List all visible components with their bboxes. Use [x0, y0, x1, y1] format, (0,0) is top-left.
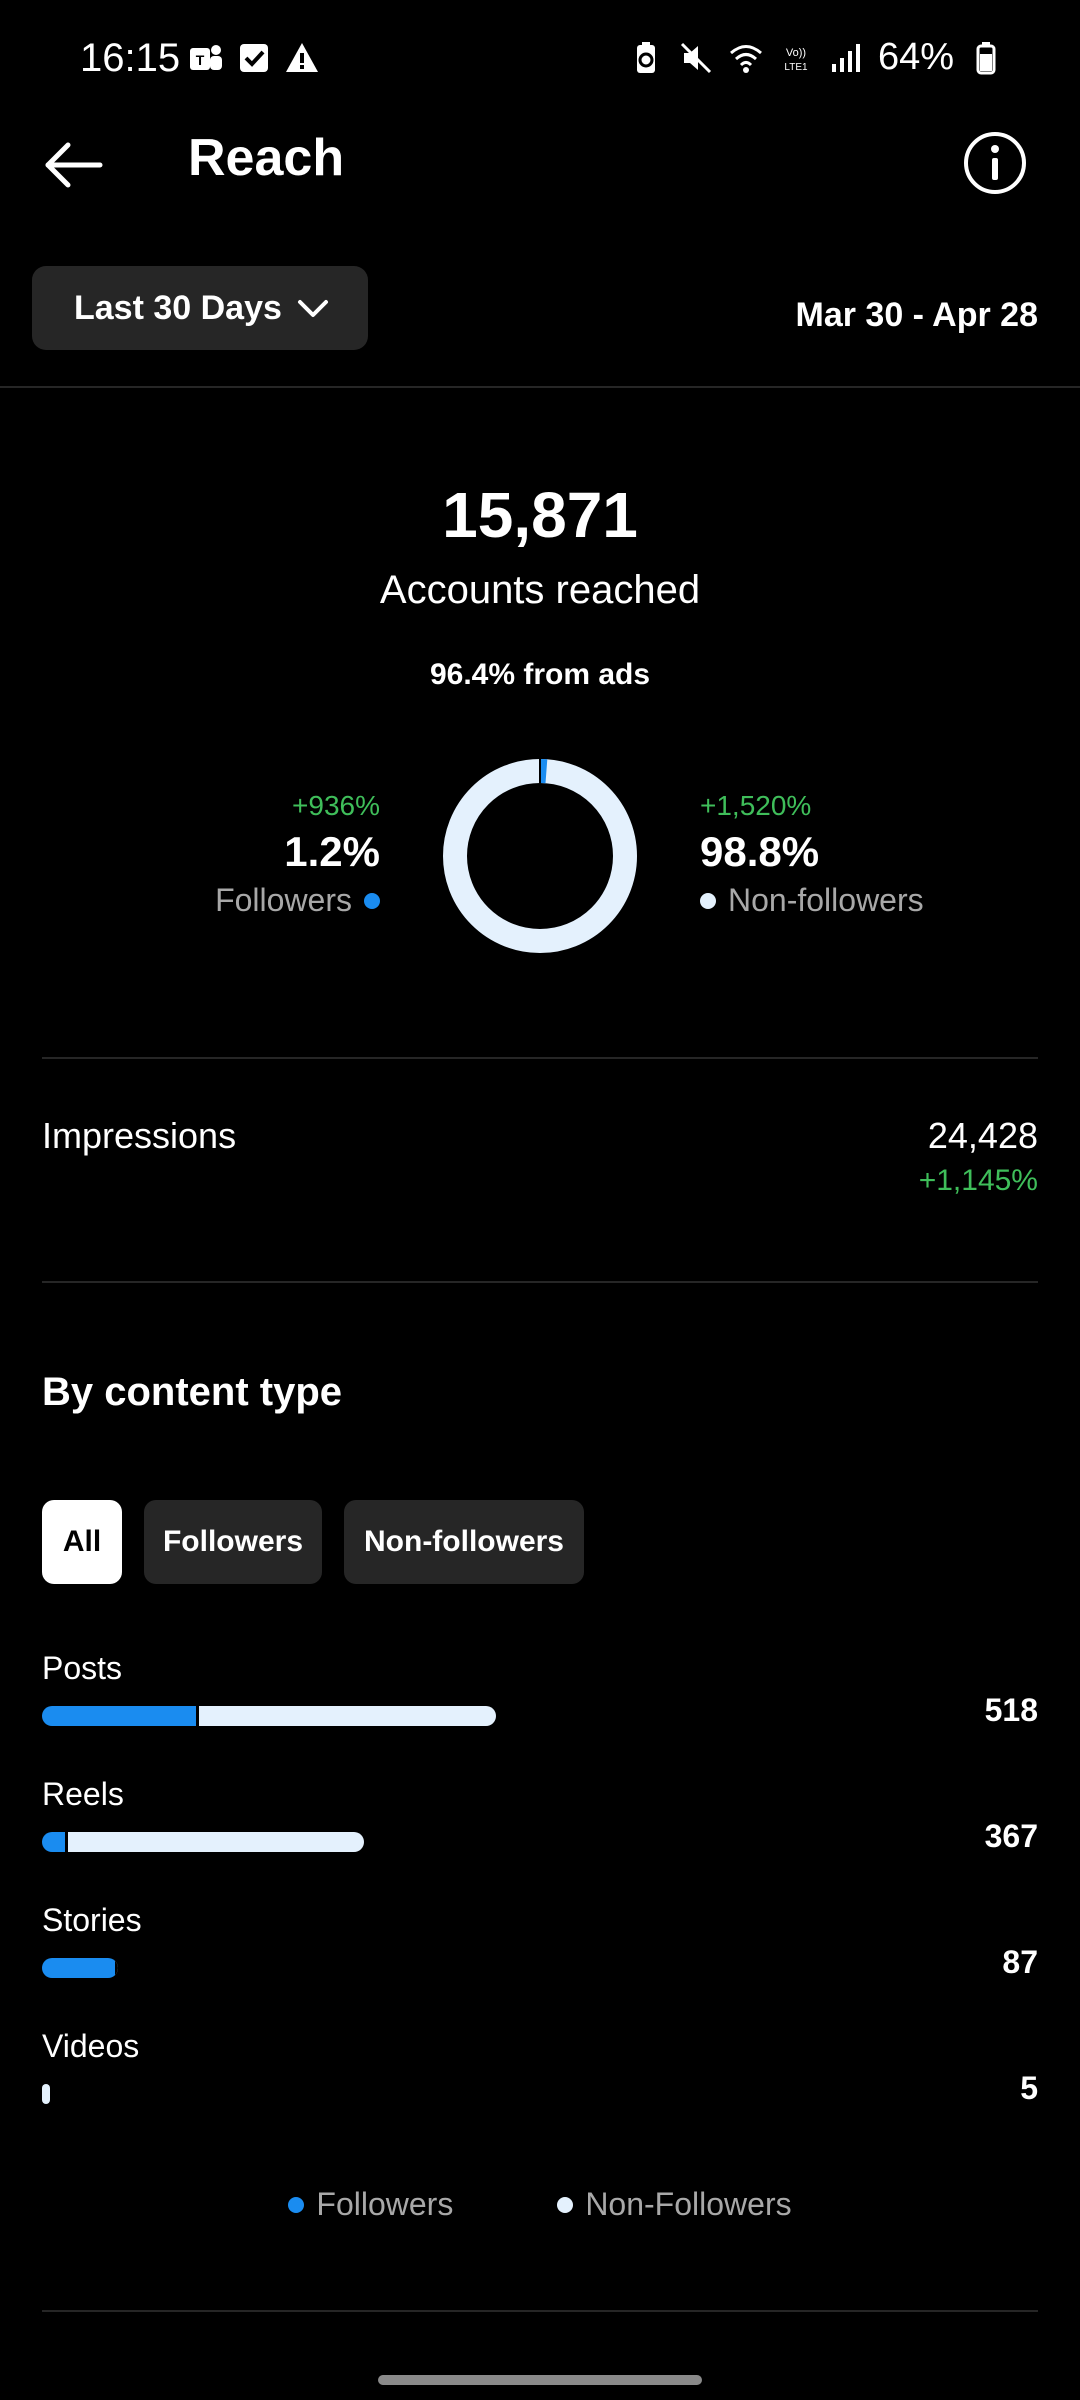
- legend-followers: Followers: [288, 2186, 453, 2223]
- page-title: Reach: [188, 129, 345, 187]
- home-indicator[interactable]: [378, 2375, 702, 2385]
- divider: [42, 1057, 1038, 1059]
- battery-saver-icon: [636, 41, 655, 73]
- back-arrow-icon[interactable]: [40, 130, 110, 200]
- filter-non-followers[interactable]: Non-followers: [344, 1500, 584, 1584]
- status-time: 16:15: [80, 36, 181, 80]
- status-system-icons: Vo)) LTE1 64%: [628, 36, 1004, 79]
- content-row-label: Reels: [42, 1776, 124, 1812]
- date-range-dropdown-label: Last 30 Days: [74, 288, 282, 327]
- legend-followers-dot-icon: [288, 2196, 305, 2213]
- bars-legend: Followers Non-Followers: [0, 2186, 1080, 2223]
- non-followers-percent: 98.8%: [700, 828, 820, 875]
- impressions-change: +1,145%: [918, 1164, 1038, 1197]
- status-notification-icons: T: [188, 40, 320, 76]
- bar-non-followers-segment: [42, 2084, 50, 2104]
- chevron-down-icon: [297, 300, 328, 317]
- volte-icon: Vo)) LTE1: [784, 47, 808, 73]
- info-icon[interactable]: [962, 130, 1028, 196]
- followers-dot-icon: [364, 892, 380, 909]
- divider: [0, 386, 1080, 388]
- content-row-value: 5: [1020, 2070, 1038, 2106]
- date-range-dropdown[interactable]: Last 30 Days: [32, 266, 368, 350]
- accounts-reached-count: 15,871: [442, 479, 638, 551]
- mute-icon: [680, 42, 711, 73]
- divider: [42, 2310, 1038, 2312]
- svg-text:Vo)): Vo)): [786, 47, 806, 59]
- content-row-bar: [42, 1958, 118, 1978]
- content-row-label: Posts: [42, 1650, 123, 1686]
- bar-non-followers-segment: [65, 1832, 364, 1852]
- divider: [42, 1281, 1038, 1283]
- non-followers-dot-icon: [700, 892, 716, 909]
- non-followers-legend: Non-followers: [700, 882, 924, 919]
- wifi-icon: [729, 44, 762, 73]
- donut-non-followers-arc: [443, 759, 637, 953]
- filter-followers[interactable]: Followers: [144, 1500, 322, 1584]
- followers-label: Followers: [215, 882, 352, 918]
- accounts-reached-caption: Accounts reached: [379, 568, 701, 612]
- bar-followers-segment: [42, 1958, 115, 1978]
- bar-followers-segment: [42, 1706, 196, 1726]
- bar-non-followers-segment: [115, 1958, 118, 1978]
- followers-legend: Followers: [215, 882, 380, 919]
- non-followers-label: Non-followers: [728, 882, 924, 918]
- impressions-label: Impressions: [42, 1115, 237, 1156]
- followers-change: +936%: [292, 790, 380, 821]
- signal-icon: [831, 43, 860, 72]
- content-row-bar: [42, 1832, 364, 1852]
- content-row-bar: [42, 2084, 50, 2104]
- svg-text:T: T: [196, 52, 205, 68]
- legend-non-followers-label: Non-Followers: [585, 2186, 792, 2222]
- content-row-value: 367: [984, 1818, 1038, 1854]
- ads-percent-note: 96.4% from ads: [429, 658, 651, 691]
- teams-icon: T: [190, 45, 222, 70]
- legend-non-followers: Non-Followers: [557, 2186, 792, 2223]
- bar-followers-segment: [42, 1832, 65, 1852]
- non-followers-change: +1,520%: [700, 790, 812, 821]
- followers-stat: +936% 1.2% Followers: [215, 790, 380, 919]
- content-row-label: Videos: [42, 2028, 140, 2064]
- content-row-value: 87: [1002, 1944, 1038, 1980]
- filter-all[interactable]: All: [42, 1500, 122, 1584]
- battery-percent: 64%: [877, 36, 954, 78]
- status-bar: 16:15 T Vo)) LTE1 64%: [0, 0, 1080, 120]
- legend-non-followers-dot-icon: [557, 2196, 574, 2213]
- content-row-label: Stories: [42, 1902, 142, 1938]
- bar-non-followers-segment: [196, 1706, 496, 1726]
- followers-percent: 1.2%: [284, 828, 380, 875]
- content-row-value: 518: [984, 1692, 1038, 1728]
- non-followers-stat: +1,520% 98.8% Non-followers: [700, 790, 924, 919]
- legend-followers-label: Followers: [316, 2186, 454, 2222]
- impressions-value: 24,428: [927, 1115, 1038, 1156]
- svg-text:LTE1: LTE1: [784, 62, 808, 73]
- checkbox-icon: [240, 44, 268, 72]
- warning-icon: [286, 43, 318, 72]
- reach-donut-chart: [443, 758, 637, 953]
- content-row-bar: [42, 1706, 496, 1726]
- content-type-title: By content type: [42, 1370, 343, 1414]
- date-range-text: Mar 30 - Apr 28: [795, 296, 1039, 334]
- battery-icon: [976, 41, 996, 74]
